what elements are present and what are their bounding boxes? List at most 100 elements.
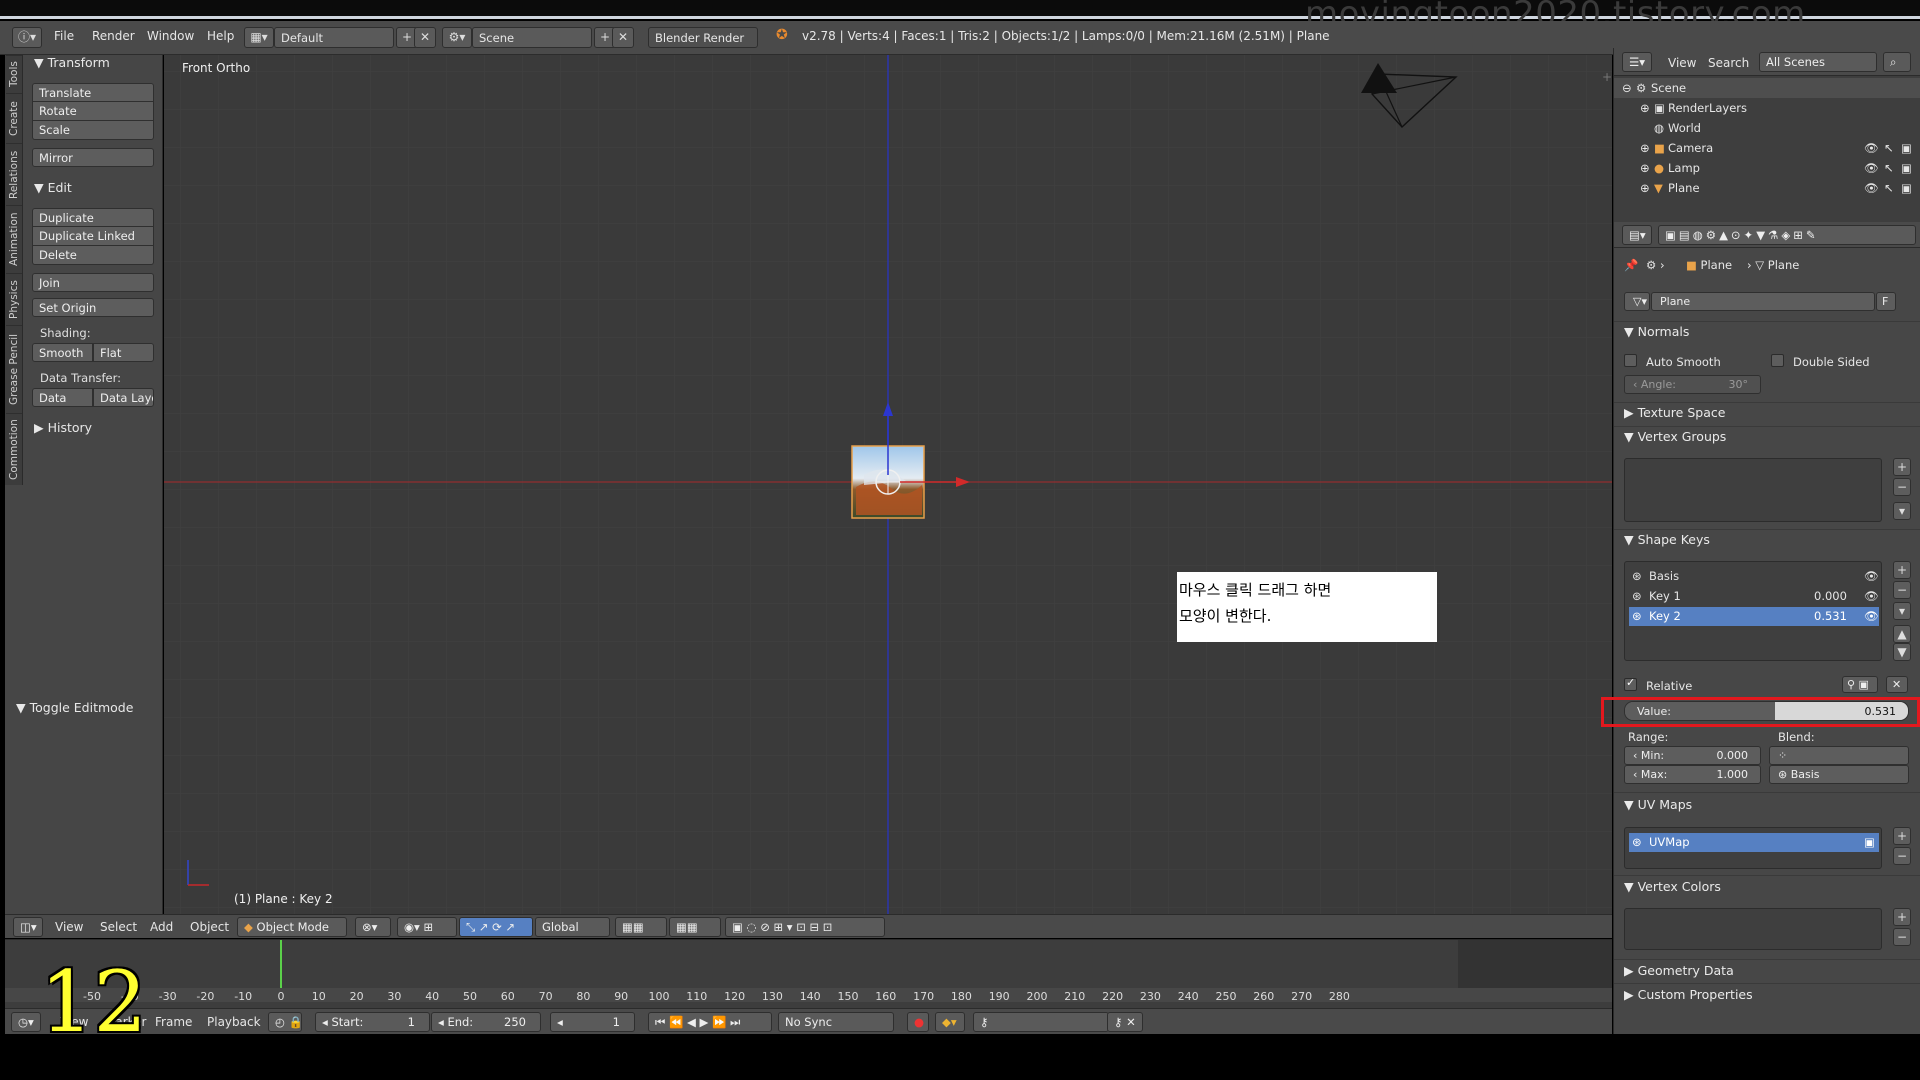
properties-context-tabs[interactable]: ▣▤◍⚙▲⊙✦▼⚗◈⊞✎ [1658, 225, 1916, 245]
join-button[interactable]: Join [32, 273, 154, 292]
move-up-icon[interactable]: ▲ [1893, 625, 1911, 643]
editor-type-icon[interactable]: ⓘ▾ [12, 27, 42, 48]
remove-uv-map-icon[interactable]: − [1893, 847, 1911, 865]
outliner-filter-select[interactable]: All Scenes [1759, 52, 1877, 72]
outliner-editor-type-icon[interactable]: ☰▾ [1622, 52, 1652, 72]
mode-select[interactable]: ◆ Object Mode [237, 917, 347, 937]
shading-mode-icon[interactable]: ⊗▾ [355, 917, 391, 937]
history-panel-header[interactable]: ▶ History [34, 420, 92, 435]
outliner-item-lamp[interactable]: ⊕ ● Lamp 👁 ↖ ▣ [1614, 158, 1920, 178]
shape-keys-list[interactable]: ⊛ Basis 👁 ⊛ Key 1 0.000 👁 ⊛ Key 2 0.531 👁 [1624, 561, 1882, 661]
timeline-menu-frame[interactable]: Frame [155, 1015, 192, 1029]
layout-field[interactable]: Default [274, 27, 394, 48]
vertex-colors-panel-header[interactable]: ▼ Vertex Colors [1624, 879, 1721, 894]
transform-panel-header[interactable]: ▼ Transform [34, 55, 110, 70]
custom-properties-panel-header[interactable]: ▶ Custom Properties [1624, 987, 1753, 1002]
rotate-button[interactable]: Rotate [32, 102, 154, 121]
outliner-search-icon[interactable]: ⌕ [1883, 52, 1911, 72]
sync-select[interactable]: No Sync [778, 1012, 894, 1032]
angle-field[interactable]: ‹ Angle: 30° [1624, 375, 1761, 394]
vertex-groups-panel-header[interactable]: ▼ Vertex Groups [1624, 429, 1726, 444]
data-layout-button[interactable]: Data Layo [93, 388, 154, 407]
scene-icon[interactable]: ⚙▾ [442, 27, 472, 48]
timeline-menu-playback[interactable]: Playback [207, 1015, 261, 1029]
fake-user-button[interactable]: F [1876, 292, 1896, 311]
orientation-select[interactable]: Global [535, 917, 610, 937]
tab-physics[interactable]: Physics [6, 273, 22, 325]
outliner-menu-view[interactable]: View [1668, 56, 1696, 70]
uv-maps-list[interactable]: ⊛ UVMap ▣ [1624, 827, 1882, 869]
layers-grid-1[interactable]: ▦▦ [615, 917, 667, 937]
shape-keys-panel-header[interactable]: ▼ Shape Keys [1624, 532, 1710, 547]
pivot-snap-icons[interactable]: ◉▾ ⊞ [397, 917, 457, 937]
auto-smooth-checkbox[interactable] [1624, 354, 1637, 367]
outliner-item-plane[interactable]: ⊕ ▼ Plane 👁 ↖ ▣ [1614, 178, 1920, 198]
tab-grease-pencil[interactable]: Grease Pencil [6, 325, 22, 413]
uv-maps-panel-header[interactable]: ▼ UV Maps [1624, 797, 1692, 812]
playback-controls[interactable]: ⏮ ⏪ ◀ ▶ ⏩ ⏭ [648, 1012, 772, 1032]
toggle-editmode-header[interactable]: ▼ Toggle Editmode [16, 700, 133, 715]
viewport-plus-icon[interactable]: + [1602, 70, 1612, 84]
double-sided-checkbox[interactable] [1771, 354, 1784, 367]
shape-key-key1[interactable]: ⊛ Key 1 0.000 👁 [1629, 587, 1879, 606]
menu-view[interactable]: View [55, 920, 83, 934]
shape-key-pin-icons[interactable]: ⚲ ▣ [1842, 676, 1878, 693]
move-down-icon[interactable]: ▼ [1893, 643, 1911, 661]
shape-key-key2[interactable]: ⊛ Key 2 0.531 👁 [1629, 607, 1879, 626]
menu-help[interactable]: Help [207, 29, 234, 43]
insert-keyframe-icons[interactable]: ⚷ ✕ [1107, 1012, 1143, 1032]
mirror-button[interactable]: Mirror [32, 148, 154, 167]
tab-create[interactable]: Create [6, 93, 22, 143]
keying-set-field[interactable]: ⚷ [973, 1012, 1109, 1032]
mesh-browse-icon[interactable]: ▽▾ [1624, 292, 1650, 311]
eye-icon[interactable]: 👁 [1864, 589, 1879, 603]
tab-relations[interactable]: Relations [6, 143, 22, 205]
menu-window[interactable]: Window [147, 29, 194, 43]
timeline-editor-type-icon[interactable]: ◷▾ [11, 1012, 41, 1032]
remove-vertex-color-icon[interactable]: − [1893, 928, 1911, 946]
select-arrow-icon[interactable]: ↖ [1884, 141, 1894, 155]
pin-icon[interactable]: 📌 [1624, 258, 1638, 272]
properties-editor-type-icon[interactable]: ▤▾ [1622, 225, 1652, 245]
layout-grid-icon[interactable]: ▦▾ [244, 27, 274, 48]
render-camera-icon[interactable]: ▣ [1901, 161, 1912, 175]
uv-map-item[interactable]: ⊛ UVMap ▣ [1629, 833, 1879, 852]
3d-viewport[interactable]: + Front Ortho (1) Plane : Key 2 [164, 55, 1612, 915]
relative-checkbox[interactable] [1624, 676, 1637, 691]
vertex-group-specials-icon[interactable]: ▾ [1893, 502, 1911, 520]
outliner-item-world[interactable]: ◍ World [1614, 118, 1920, 138]
translate-button[interactable]: Translate [32, 83, 154, 102]
eye-icon[interactable]: 👁 [1864, 609, 1879, 623]
menu-add[interactable]: Add [150, 920, 173, 934]
render-camera-icon[interactable]: ▣ [1901, 141, 1912, 155]
texture-space-panel-header[interactable]: ▶ Texture Space [1624, 405, 1725, 420]
mesh-name-field[interactable]: Plane [1651, 292, 1875, 311]
scale-button[interactable]: Scale [32, 121, 154, 140]
menu-object[interactable]: Object [190, 920, 229, 934]
duplicate-linked-button[interactable]: Duplicate Linked [32, 227, 154, 246]
relative-key-field[interactable]: ⊛ Basis [1769, 765, 1909, 784]
vertex-groups-list[interactable] [1624, 458, 1882, 522]
layers-grid-2[interactable]: ▦▦ [669, 917, 721, 937]
manipulator-icons[interactable]: ⤡ ↗ ⟳ ↗ [459, 917, 533, 937]
shape-key-basis[interactable]: ⊛ Basis 👁 [1629, 567, 1879, 586]
vertex-colors-list[interactable] [1624, 908, 1882, 950]
start-frame-field[interactable]: ◂ Start: 1 [315, 1012, 430, 1032]
clear-shape-key-icon[interactable]: ✕ [1886, 676, 1908, 693]
outliner-menu-search[interactable]: Search [1708, 56, 1749, 70]
select-arrow-icon[interactable]: ↖ [1884, 181, 1894, 195]
normals-panel-header[interactable]: ▼ Normals [1624, 324, 1689, 339]
current-frame-field[interactable]: ◂ 1 [550, 1012, 635, 1032]
render-uv-icon[interactable]: ▣ [1864, 835, 1875, 849]
render-camera-icon[interactable]: ▣ [1901, 181, 1912, 195]
data-button[interactable]: Data [32, 388, 93, 407]
visibility-eye-icon[interactable]: 👁 [1864, 161, 1879, 175]
menu-select[interactable]: Select [100, 920, 137, 934]
snap-tools-icons[interactable]: ▣ ◌ ⊘ ⊞ ▾ ⊡ ⊟ ⊡ [725, 917, 885, 937]
remove-scene-icon[interactable]: ✕ [612, 27, 634, 48]
flat-button[interactable]: Flat [93, 343, 154, 362]
set-origin-button[interactable]: Set Origin [32, 298, 154, 317]
remove-layout-icon[interactable]: ✕ [414, 27, 436, 48]
scene-field[interactable]: Scene [472, 27, 592, 48]
add-vertex-color-icon[interactable]: + [1893, 908, 1911, 926]
